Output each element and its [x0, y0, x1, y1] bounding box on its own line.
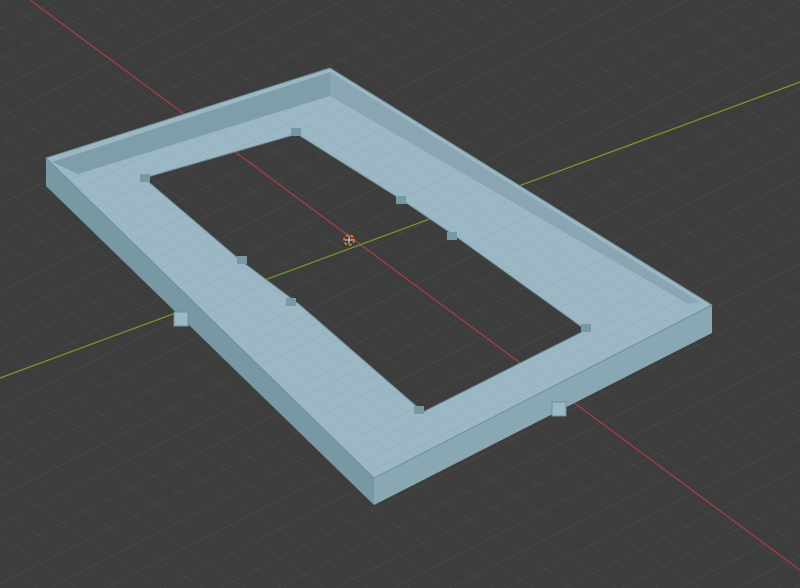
mounting-post [237, 256, 247, 264]
mounting-post [581, 324, 591, 332]
scene-canvas[interactable] [0, 0, 800, 588]
mounting-post [286, 298, 296, 306]
side-nub [173, 311, 189, 327]
mounting-post [140, 174, 150, 182]
mounting-post [414, 406, 424, 414]
mounting-post [447, 232, 457, 240]
mounting-post [291, 128, 301, 136]
side-nub [551, 401, 567, 417]
mounting-post [396, 196, 406, 204]
3d-viewport[interactable] [0, 0, 800, 588]
